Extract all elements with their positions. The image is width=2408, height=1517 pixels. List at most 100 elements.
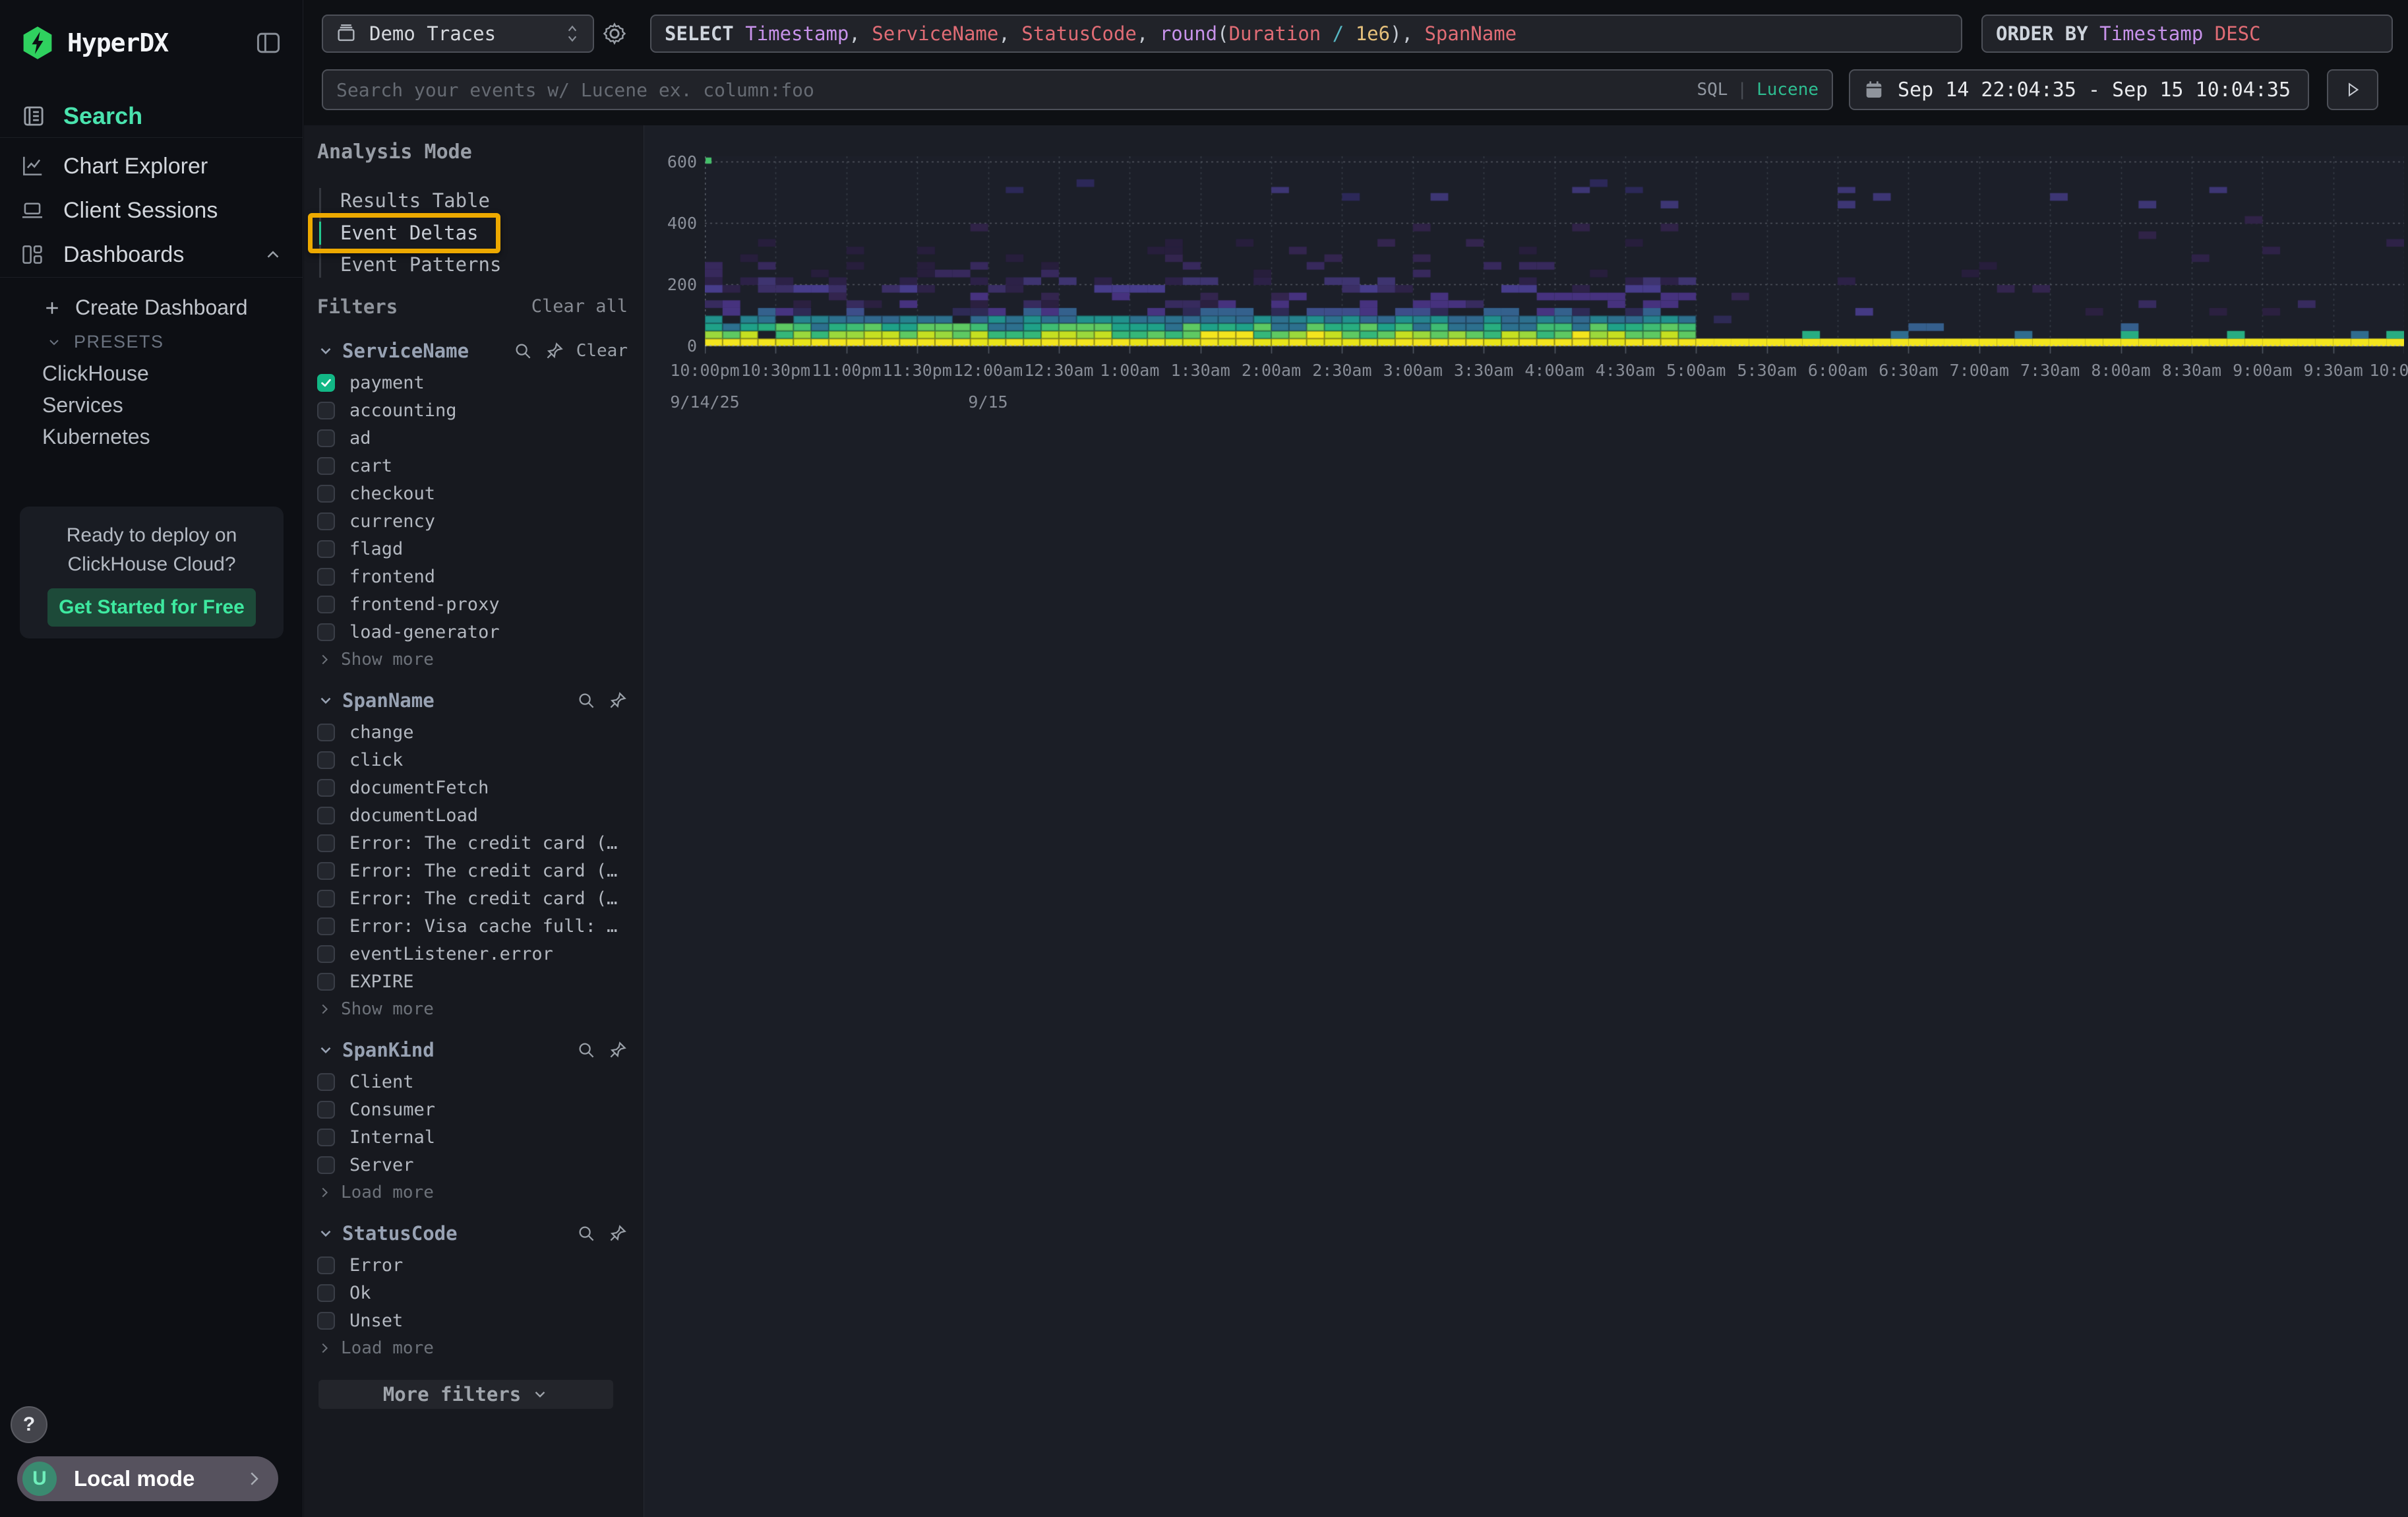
search-icon[interactable] [576, 1223, 596, 1243]
sidebar-item-dashboards[interactable]: Dashboards [0, 234, 303, 275]
filter-option-error-the-credit-card[interactable]: Error: The credit card (… [317, 885, 628, 913]
filter-option-consumer[interactable]: Consumer [317, 1096, 628, 1124]
gear-icon[interactable] [599, 18, 630, 49]
checkbox[interactable] [317, 596, 335, 613]
sidebar-item-clickhouse[interactable]: ClickHouse [42, 361, 149, 386]
sidebar-collapse-icon[interactable] [254, 28, 283, 57]
sidebar-item-client-sessions[interactable]: Client Sessions [0, 190, 303, 231]
order-by-editor[interactable]: ORDER BY Timestamp DESC [1981, 15, 2393, 53]
checkbox[interactable] [317, 623, 335, 641]
filter-option-frontend[interactable]: frontend [317, 563, 628, 591]
toggle-lucene[interactable]: Lucene [1757, 80, 1819, 100]
search-icon[interactable] [576, 691, 596, 710]
filter-option-unset[interactable]: Unset [317, 1307, 628, 1335]
create-dashboard-button[interactable]: Create Dashboard [42, 295, 247, 320]
filter-option-change[interactable]: change [317, 719, 628, 747]
checkbox[interactable] [317, 862, 335, 880]
filter-option-load-generator[interactable]: load-generator [317, 619, 628, 646]
checkbox[interactable] [317, 917, 335, 935]
load-more-button[interactable]: Load more [317, 1179, 628, 1206]
chevron-down-icon[interactable] [317, 692, 334, 709]
more-filters-button[interactable]: More filters [318, 1380, 613, 1409]
checkbox[interactable] [317, 402, 335, 419]
filter-option-currency[interactable]: currency [317, 508, 628, 536]
checkbox[interactable] [317, 457, 335, 475]
checkbox[interactable] [317, 890, 335, 908]
heatmap-canvas[interactable] [705, 156, 2404, 356]
checkbox[interactable] [317, 1312, 335, 1330]
pin-icon[interactable] [608, 691, 628, 710]
clear-all-button[interactable]: Clear all [531, 296, 628, 317]
filter-option-checkout[interactable]: checkout [317, 480, 628, 508]
checkbox[interactable] [317, 429, 335, 447]
checkbox[interactable] [317, 724, 335, 741]
search-icon[interactable] [576, 1040, 596, 1060]
filter-option-frontend-proxy[interactable]: frontend-proxy [317, 591, 628, 619]
checkbox[interactable] [317, 751, 335, 769]
checkbox[interactable] [317, 568, 335, 586]
load-more-button[interactable]: Load more [317, 1335, 628, 1361]
filter-option-cart[interactable]: cart [317, 452, 628, 480]
filter-option-ok[interactable]: Ok [317, 1280, 628, 1307]
sidebar-item-kubernetes[interactable]: Kubernetes [42, 425, 150, 449]
checkbox[interactable] [317, 1129, 335, 1146]
checkbox[interactable] [317, 1256, 335, 1274]
filter-group-clear-button[interactable]: Clear [576, 341, 628, 361]
analysis-mode-option-event-patterns[interactable]: Event Patterns [317, 249, 628, 281]
filter-option-internal[interactable]: Internal [317, 1124, 628, 1152]
presets-toggle[interactable]: PRESETS [46, 332, 164, 352]
run-query-button[interactable] [2327, 69, 2378, 110]
pin-icon[interactable] [608, 1223, 628, 1243]
analysis-mode-option-event-deltas[interactable]: Event Deltas [317, 217, 628, 249]
filter-option-client[interactable]: Client [317, 1068, 628, 1096]
filter-option-documentfetch[interactable]: documentFetch [317, 774, 628, 802]
filter-option-click[interactable]: click [317, 747, 628, 774]
checkbox[interactable] [317, 1284, 335, 1302]
show-more-button[interactable]: Show more [317, 646, 628, 673]
sidebar-item-search[interactable]: Search [0, 96, 303, 136]
chevron-down-icon[interactable] [317, 1041, 334, 1059]
checkbox[interactable] [317, 779, 335, 797]
filter-option-expire[interactable]: EXPIRE [317, 968, 628, 996]
filter-option-server[interactable]: Server [317, 1152, 628, 1179]
checkbox[interactable] [317, 485, 335, 503]
checkbox[interactable] [317, 1073, 335, 1091]
filter-option-ad[interactable]: ad [317, 425, 628, 452]
search-icon[interactable] [513, 341, 533, 361]
pin-icon[interactable] [545, 341, 564, 361]
filter-option-documentload[interactable]: documentLoad [317, 802, 628, 830]
filter-option-accounting[interactable]: accounting [317, 397, 628, 425]
filter-option-error-the-credit-card[interactable]: Error: The credit card (… [317, 857, 628, 885]
filter-option-error[interactable]: Error [317, 1252, 628, 1280]
checkbox[interactable] [317, 973, 335, 991]
search-input[interactable] [336, 79, 1697, 101]
analysis-mode-option-results-table[interactable]: Results Table [317, 185, 628, 217]
checkbox[interactable] [317, 945, 335, 963]
sql-select-editor[interactable]: SELECT Timestamp, ServiceName, StatusCod… [650, 15, 1962, 53]
filter-option-flagd[interactable]: flagd [317, 536, 628, 563]
chevron-down-icon[interactable] [317, 342, 334, 359]
language-toggle[interactable]: SQL | Lucene [1697, 80, 1819, 100]
checkbox[interactable] [317, 512, 335, 530]
pin-icon[interactable] [608, 1040, 628, 1060]
chevron-down-icon[interactable] [317, 1225, 334, 1242]
checkbox[interactable] [317, 374, 335, 392]
event-search-box[interactable]: SQL | Lucene [322, 69, 1833, 110]
get-started-button[interactable]: Get Started for Free [47, 588, 256, 627]
account-menu[interactable]: U Local mode [17, 1456, 278, 1501]
filter-option-error-the-credit-card[interactable]: Error: The credit card (… [317, 830, 628, 857]
filter-option-error-visa-cache-full[interactable]: Error: Visa cache full: … [317, 913, 628, 941]
source-select[interactable]: Demo Traces [322, 15, 594, 53]
checkbox[interactable] [317, 1156, 335, 1174]
chevron-up-icon[interactable] [263, 245, 283, 264]
help-button[interactable]: ? [11, 1406, 47, 1443]
checkbox[interactable] [317, 540, 335, 558]
checkbox[interactable] [317, 1101, 335, 1119]
time-range-picker[interactable]: Sep 14 22:04:35 - Sep 15 10:04:35 [1849, 69, 2309, 110]
filter-option-eventlistener-error[interactable]: eventListener.error [317, 941, 628, 968]
sidebar-item-services[interactable]: Services [42, 393, 123, 418]
filter-option-payment[interactable]: payment [317, 369, 628, 397]
checkbox[interactable] [317, 834, 335, 852]
sidebar-item-chart-explorer[interactable]: Chart Explorer [0, 146, 303, 187]
checkbox[interactable] [317, 807, 335, 824]
